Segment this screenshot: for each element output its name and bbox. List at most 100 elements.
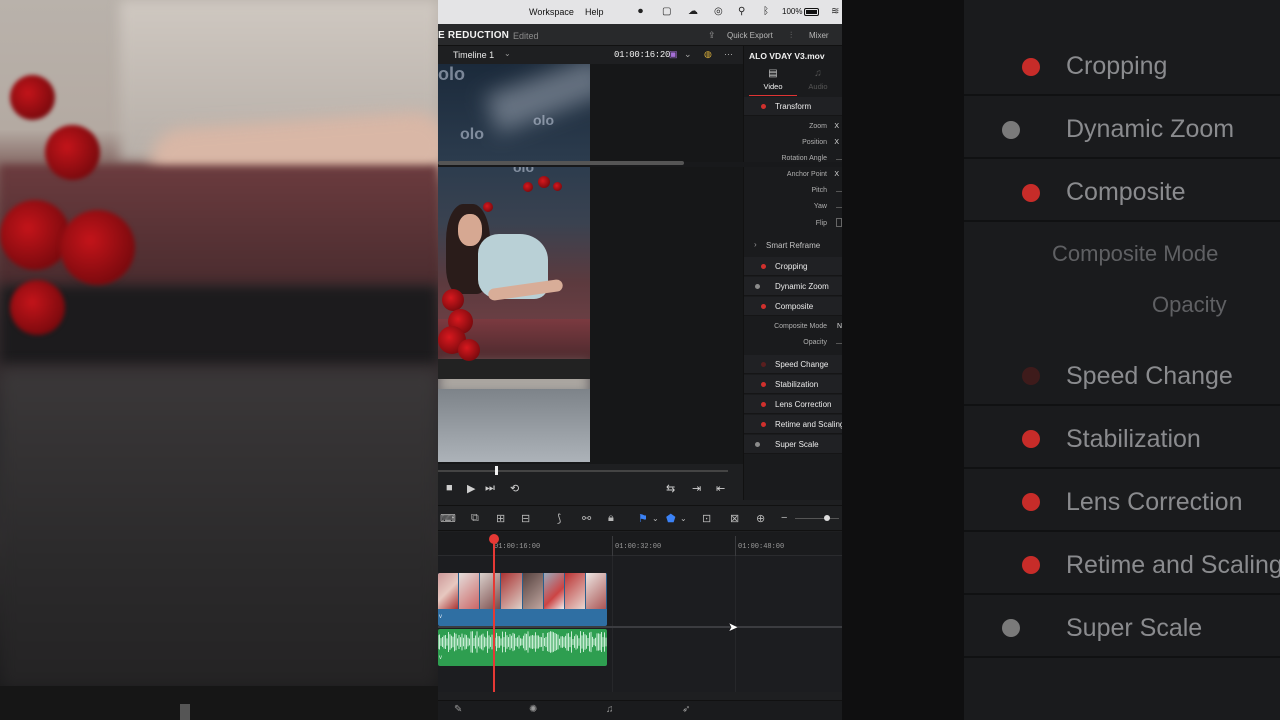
screenshot-icon[interactable]: ▢ [662, 6, 671, 17]
zoom-out-icon[interactable]: − [781, 512, 787, 524]
bluetooth-icon[interactable]: ᛒ [763, 6, 769, 17]
network-icon[interactable]: ⚲ [738, 6, 745, 17]
param-flip: Flip [815, 220, 827, 227]
playhead-handle[interactable] [489, 534, 499, 544]
skip-forward-icon[interactable]: ⏭ [485, 482, 495, 495]
enable-toggle[interactable] [761, 362, 766, 367]
enable-toggle[interactable] [761, 304, 766, 309]
play-icon[interactable]: ▶ [467, 482, 475, 495]
mixer-button[interactable]: Mixer [809, 31, 829, 40]
video-clip-label: v [439, 614, 442, 620]
scrubber-playhead[interactable] [495, 466, 498, 475]
chevron-down-icon[interactable]: ⌄ [504, 49, 511, 58]
section-composite[interactable]: Composite [744, 297, 842, 316]
link-icon[interactable]: ⚯ [582, 512, 591, 525]
composite-mode-select[interactable]: N [837, 323, 842, 330]
fusion-page-icon[interactable]: ✺ [529, 704, 537, 715]
timeline-ruler[interactable]: 01:00:16:00 01:00:32:00 01:00:48:00 [438, 532, 842, 556]
param-anchor-x[interactable]: X [834, 171, 839, 178]
timeline[interactable]: 01:00:16:00 01:00:32:00 01:00:48:00 v v [438, 532, 842, 692]
more-options-icon[interactable]: ⋯ [724, 49, 733, 60]
param-opacity-value[interactable] [836, 343, 842, 344]
chevron-down-icon[interactable]: ⌄ [684, 49, 692, 60]
section-composite-label: Composite [775, 302, 814, 311]
section-lens-correction-label: Lens Correction [775, 400, 832, 409]
video-viewer[interactable]: olo olo olo olo [438, 64, 743, 464]
mixer-icon[interactable]: ⫶ [790, 30, 792, 41]
flag-icon[interactable]: ⚑ [638, 512, 648, 525]
color-wheel-icon[interactable]: ◍ [704, 49, 712, 60]
enable-toggle[interactable] [761, 382, 766, 387]
section-lens-correction[interactable]: Lens Correction [744, 395, 842, 414]
section-retime-scaling[interactable]: Retime and Scaling [744, 415, 842, 434]
menu-help[interactable]: Help [585, 7, 604, 17]
video-clip[interactable]: v [438, 573, 607, 626]
viewer-mode-icon[interactable]: ▣ [669, 49, 678, 60]
section-speed-change[interactable]: Speed Change [744, 355, 842, 374]
track-divider[interactable] [438, 626, 842, 628]
param-yaw-value[interactable] [836, 207, 842, 208]
section-smart-reframe-label: Smart Reframe [766, 241, 821, 250]
record-icon[interactable]: ⏺ [638, 6, 643, 17]
timeline-selector[interactable]: Timeline 1 [453, 50, 494, 60]
marker-icon[interactable]: ⬟ [666, 512, 676, 525]
inspector-clip-name: ALO VDAY V3.mov [749, 51, 825, 61]
enable-toggle[interactable] [761, 402, 766, 407]
match-frame-icon[interactable]: ⇆ [666, 482, 675, 495]
edit-mode-icon[interactable]: ⌨ [440, 512, 456, 525]
enable-toggle[interactable] [755, 284, 760, 289]
overwrite-clip-icon[interactable]: ⊞ [496, 512, 505, 525]
section-super-scale[interactable]: Super Scale [744, 435, 842, 454]
fairlight-page-icon[interactable]: ♫ [606, 704, 614, 715]
wifi-icon[interactable]: ≋ [831, 6, 839, 17]
param-pitch-value[interactable] [836, 191, 842, 192]
tab-video[interactable]: ▤ Video [749, 68, 797, 96]
flip-toggle[interactable] [836, 218, 842, 227]
viewer-scrubber[interactable] [438, 470, 728, 472]
param-position-x[interactable]: X [834, 139, 839, 146]
quick-export-button[interactable]: Quick Export [727, 31, 773, 40]
lock-icon[interactable]: 🔒︎ [608, 512, 614, 525]
zoom-slider-handle[interactable] [824, 515, 830, 521]
param-rotation-value[interactable] [836, 159, 842, 160]
next-edit-icon[interactable]: ⇥ [692, 482, 701, 495]
chevron-down-icon[interactable]: ⌄ [652, 514, 659, 523]
loop-icon[interactable]: ⟲ [510, 482, 519, 495]
section-smart-reframe[interactable]: › Smart Reframe [744, 236, 842, 255]
stop-icon[interactable]: ■ [446, 482, 453, 494]
export-icon[interactable]: ⇪ [708, 30, 716, 41]
enable-toggle[interactable] [755, 442, 760, 447]
timeline-scrollbar-thumb[interactable] [438, 161, 684, 165]
tab-audio[interactable]: ♫ Audio [794, 68, 842, 96]
insert-clip-icon[interactable]: ⧉ [471, 512, 479, 525]
section-stabilization-label: Stabilization [775, 380, 819, 389]
section-cropping[interactable]: Cropping [744, 257, 842, 276]
timeline-playhead[interactable] [493, 540, 495, 692]
menu-workspace[interactable]: Workspace [529, 7, 574, 17]
battery-icon[interactable] [804, 8, 819, 16]
chevron-down-icon[interactable]: ⌄ [680, 514, 687, 523]
param-zoom-x[interactable]: X [834, 123, 839, 130]
zoom-detail-icon[interactable]: ⊠ [730, 512, 739, 525]
zoom-full-icon[interactable]: ⊡ [702, 512, 711, 525]
deliver-page-icon[interactable]: ➶ [682, 704, 690, 715]
audio-clip[interactable]: v [438, 629, 607, 666]
section-transform[interactable]: Transform [744, 97, 842, 116]
param-yaw: Yaw [813, 203, 827, 210]
background-inspector-zoom-right: Cropping Dynamic Zoom Composite Composit… [842, 0, 1280, 720]
enable-toggle[interactable] [761, 264, 766, 269]
zoom-slider[interactable] [795, 518, 839, 519]
section-dynamic-zoom[interactable]: Dynamic Zoom [744, 277, 842, 296]
snapping-icon[interactable]: ⟆ [557, 512, 561, 525]
airdrop-icon[interactable]: ◎ [714, 6, 723, 17]
replace-clip-icon[interactable]: ⊟ [521, 512, 530, 525]
bg-lens-correction-label: Lens Correction [1066, 488, 1243, 516]
section-stabilization[interactable]: Stabilization [744, 375, 842, 394]
enable-toggle[interactable] [761, 422, 766, 427]
edit-page-icon[interactable]: ✎ [454, 704, 462, 715]
audio-clip-label: v [439, 655, 442, 661]
zoom-custom-icon[interactable]: ⊕ [756, 512, 765, 525]
cloud-icon[interactable]: ☁ [688, 6, 698, 17]
enable-toggle[interactable] [761, 104, 766, 109]
previous-edit-icon[interactable]: ⇤ [716, 482, 725, 495]
